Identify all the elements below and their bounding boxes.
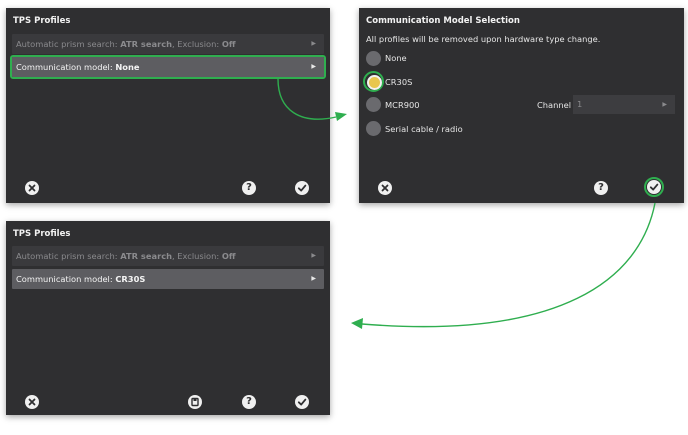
help-icon: ? bbox=[246, 396, 252, 407]
row-automatic-prism-search[interactable]: Automatic prism search: ATR search, Excl… bbox=[12, 246, 324, 266]
row-communication-model[interactable]: Communication model: CR30S ▶ bbox=[12, 269, 324, 289]
confirm-button[interactable] bbox=[295, 395, 309, 409]
tps-profiles-panel-after: TPS Profiles Automatic prism search: ATR… bbox=[6, 221, 330, 415]
chevron-right-icon: ▶ bbox=[311, 40, 316, 47]
help-button[interactable]: ? bbox=[594, 181, 608, 195]
close-icon bbox=[381, 184, 389, 192]
channel-select[interactable]: 1 ▶ bbox=[573, 95, 675, 114]
checkmark-icon bbox=[649, 183, 659, 191]
save-icon bbox=[191, 397, 199, 407]
chevron-right-icon: ▶ bbox=[311, 63, 316, 70]
radio-label-cr30s: CR30S bbox=[385, 77, 413, 87]
flow-arrow-to-result bbox=[361, 202, 656, 328]
help-button[interactable]: ? bbox=[242, 395, 256, 409]
close-button[interactable] bbox=[25, 181, 39, 195]
tps-profiles-panel-before: TPS Profiles Automatic prism search: ATR… bbox=[6, 8, 330, 203]
radio-serial-cable-radio[interactable] bbox=[366, 121, 381, 136]
radio-cr30s[interactable] bbox=[367, 75, 382, 90]
radio-label-none: None bbox=[385, 53, 407, 63]
close-button[interactable] bbox=[378, 181, 392, 195]
arrowhead bbox=[351, 318, 363, 329]
checkmark-icon bbox=[297, 184, 307, 192]
close-icon bbox=[28, 184, 36, 192]
row-automatic-prism-search[interactable]: Automatic prism search: ATR search, Excl… bbox=[12, 34, 324, 54]
confirm-button[interactable] bbox=[647, 180, 661, 194]
help-button[interactable]: ? bbox=[242, 181, 256, 195]
warning-text: All profiles will be removed upon hardwa… bbox=[366, 34, 601, 44]
checkmark-icon bbox=[297, 398, 307, 406]
help-icon: ? bbox=[598, 182, 604, 193]
chevron-right-icon: ▶ bbox=[311, 275, 316, 282]
save-button[interactable] bbox=[188, 395, 202, 409]
panel-title: TPS Profiles bbox=[13, 229, 71, 239]
row-communication-model[interactable]: Communication model: None ▶ bbox=[10, 55, 326, 79]
arrowhead bbox=[335, 112, 347, 121]
panel-title: TPS Profiles bbox=[13, 16, 71, 26]
chevron-right-icon: ▶ bbox=[662, 101, 667, 108]
help-icon: ? bbox=[246, 182, 252, 193]
confirm-button[interactable] bbox=[295, 181, 309, 195]
chevron-right-icon: ▶ bbox=[311, 252, 316, 259]
radio-none[interactable] bbox=[366, 51, 381, 66]
close-button[interactable] bbox=[25, 395, 39, 409]
panel-title: Communication Model Selection bbox=[366, 16, 520, 26]
close-icon bbox=[28, 398, 36, 406]
communication-model-selection-panel: Communication Model Selection All profil… bbox=[359, 8, 684, 203]
radio-mcr900[interactable] bbox=[366, 97, 381, 112]
radio-label-mcr900: MCR900 bbox=[385, 100, 420, 110]
channel-label: Channel bbox=[537, 100, 572, 110]
radio-label-serial-cable-radio: Serial cable / radio bbox=[385, 124, 463, 134]
